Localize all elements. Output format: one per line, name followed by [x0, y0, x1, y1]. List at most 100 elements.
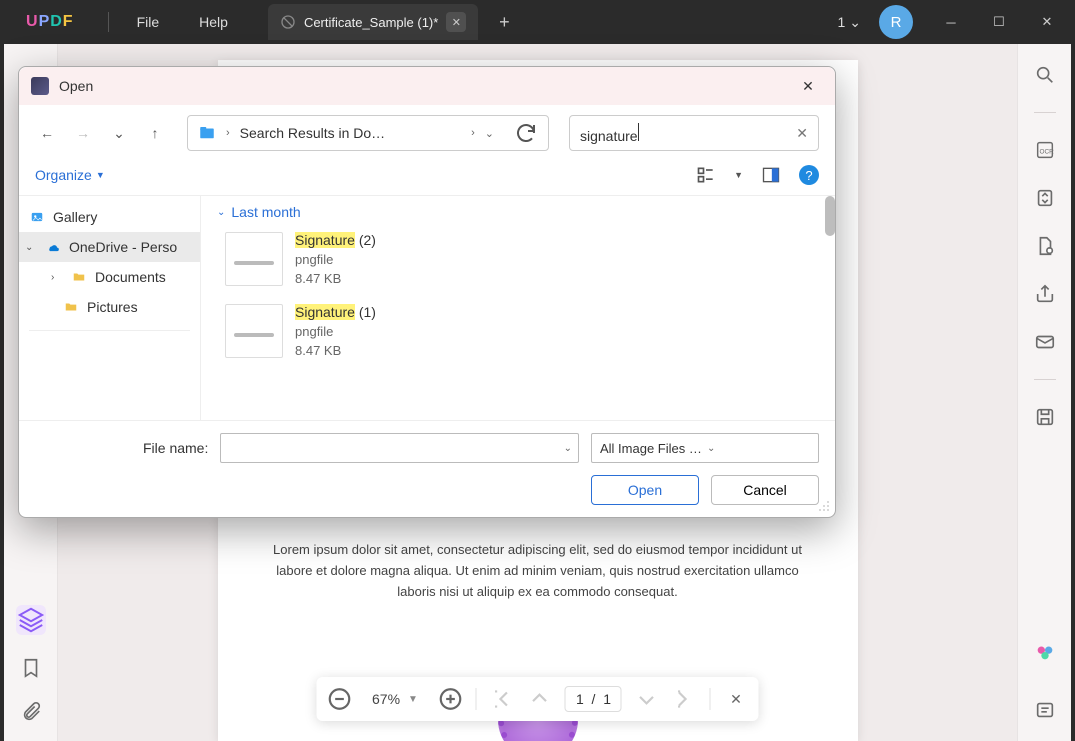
- file-type-filter[interactable]: All Image Files (*.jpg;*.jpeg;*.jpe ⌄: [591, 433, 819, 463]
- svg-text:OCR: OCR: [1039, 149, 1054, 156]
- file-size: 8.47 KB: [295, 271, 376, 286]
- scrollbar-thumb[interactable]: [825, 196, 835, 236]
- chevron-down-icon: ▼: [96, 170, 105, 180]
- bookmark-icon[interactable]: [20, 657, 42, 679]
- folder-icon: [63, 300, 79, 314]
- search-icon[interactable]: [1034, 64, 1056, 86]
- ai-assistant-icon[interactable]: [1034, 641, 1056, 663]
- dialog-nav: ← → ⌄ ↑ › Search Results in Do… › ⌄ sign…: [19, 105, 835, 161]
- nav-back-button[interactable]: ←: [35, 121, 59, 145]
- nav-recent-button[interactable]: ⌄: [107, 121, 131, 145]
- dialog-toolbar: Organize ▼ ▼ ?: [19, 161, 835, 195]
- page-number-display[interactable]: 1 / 1: [565, 686, 622, 712]
- file-type: pngfile: [295, 324, 376, 339]
- document-tab[interactable]: Certificate_Sample (1)* ✕: [268, 4, 478, 40]
- first-page-button[interactable]: [489, 686, 515, 712]
- file-thumbnail: [225, 232, 283, 286]
- close-toolbar-button[interactable]: ✕: [723, 686, 749, 712]
- file-item[interactable]: Signature (2) pngfile 8.47 KB: [217, 228, 819, 300]
- window-maximize-button[interactable]: ☐: [979, 4, 1019, 40]
- address-bar[interactable]: › Search Results in Do… › ⌄: [187, 115, 549, 151]
- page-toolbar: 67% ▼ 1 / 1 ✕: [316, 677, 759, 721]
- cancel-button[interactable]: Cancel: [711, 475, 819, 505]
- file-list[interactable]: ⌄ Last month Signature (2) pngfile 8.47 …: [201, 196, 835, 420]
- right-rail: OCR: [1017, 44, 1071, 741]
- chevron-down-icon: ⌄: [25, 242, 37, 253]
- view-mode-button[interactable]: [696, 165, 716, 185]
- address-path: Search Results in Do…: [240, 125, 461, 141]
- dialog-title: Open: [59, 78, 93, 94]
- search-clear-button[interactable]: ✕: [796, 125, 808, 142]
- organize-menu[interactable]: Organize ▼: [35, 167, 105, 183]
- app-body: h Lorem ipsum dolor sit amet, consectetu…: [4, 44, 1071, 741]
- ocr-icon[interactable]: OCR: [1034, 139, 1056, 161]
- file-item[interactable]: Signature (1) pngfile 8.47 KB: [217, 300, 819, 372]
- search-box[interactable]: signature ✕: [569, 115, 819, 151]
- file-thumbnail: [225, 304, 283, 358]
- separator: [476, 688, 477, 710]
- dialog-titlebar: Open ✕: [19, 67, 835, 105]
- layers-icon[interactable]: [16, 605, 46, 635]
- folder-icon: [71, 270, 87, 284]
- zoom-level[interactable]: 67% ▼: [364, 691, 426, 707]
- window-minimize-button[interactable]: ─: [931, 4, 971, 40]
- protect-icon[interactable]: [1034, 235, 1056, 257]
- user-count[interactable]: 1 ⌄: [837, 14, 861, 31]
- gallery-icon: [29, 210, 45, 224]
- save-icon[interactable]: [1034, 406, 1056, 428]
- nav-up-button[interactable]: ↑: [143, 121, 167, 145]
- sidebar-item-documents[interactable]: › Documents: [19, 262, 200, 292]
- history-icon[interactable]: [1034, 699, 1056, 721]
- dialog-app-icon: [31, 77, 49, 95]
- dialog-body: Gallery ⌄ OneDrive - Perso › Documents P…: [19, 195, 835, 420]
- chevron-down-icon: ⌄: [217, 207, 225, 218]
- sidebar: Gallery ⌄ OneDrive - Perso › Documents P…: [19, 196, 201, 420]
- separator: [108, 12, 109, 32]
- email-icon[interactable]: [1034, 331, 1056, 353]
- preview-pane-button[interactable]: [761, 165, 781, 185]
- group-header[interactable]: ⌄ Last month: [217, 200, 819, 228]
- tab-close-button[interactable]: ✕: [446, 12, 466, 32]
- attachment-icon[interactable]: [20, 701, 42, 723]
- file-size: 8.47 KB: [295, 343, 376, 358]
- dialog-bottom: File name: ⌄ All Image Files (*.jpg;*.jp…: [19, 420, 835, 517]
- certificate-body-text: Lorem ipsum dolor sit amet, consectetur …: [258, 540, 818, 602]
- chevron-right-icon: ›: [51, 272, 63, 283]
- sidebar-item-onedrive[interactable]: ⌄ OneDrive - Perso: [19, 232, 200, 262]
- search-input[interactable]: signature: [580, 123, 796, 144]
- nav-forward-button[interactable]: →: [71, 121, 95, 145]
- resize-grip[interactable]: [817, 499, 831, 513]
- zoom-in-button[interactable]: [438, 686, 464, 712]
- tab-title: Certificate_Sample (1)*: [304, 15, 438, 30]
- sidebar-item-pictures[interactable]: Pictures: [19, 292, 200, 322]
- filename-input[interactable]: ⌄: [220, 433, 579, 463]
- sidebar-item-gallery[interactable]: Gallery: [19, 202, 200, 232]
- folder-icon: [198, 124, 216, 142]
- app-logo: UPDF: [26, 13, 74, 31]
- file-name: Signature (1): [295, 304, 376, 320]
- zoom-out-button[interactable]: [326, 686, 352, 712]
- dialog-close-button[interactable]: ✕: [793, 71, 823, 101]
- menu-help[interactable]: Help: [179, 14, 248, 30]
- refresh-button[interactable]: [514, 121, 538, 145]
- open-button[interactable]: Open: [591, 475, 699, 505]
- convert-icon[interactable]: [1034, 187, 1056, 209]
- menu-file[interactable]: File: [117, 14, 180, 30]
- window-close-button[interactable]: ✕: [1027, 4, 1067, 40]
- tab-document-icon: [280, 14, 296, 30]
- user-avatar[interactable]: R: [879, 5, 913, 39]
- new-tab-button[interactable]: +: [490, 8, 518, 36]
- chevron-down-icon[interactable]: ▼: [734, 170, 743, 180]
- separator: [710, 688, 711, 710]
- chevron-right-icon: ›: [471, 127, 475, 139]
- last-page-button[interactable]: [672, 686, 698, 712]
- separator: [1034, 379, 1056, 380]
- chevron-down-icon: ⌄: [707, 443, 810, 454]
- next-page-button[interactable]: [634, 686, 660, 712]
- help-button[interactable]: ?: [799, 165, 819, 185]
- file-type: pngfile: [295, 252, 376, 267]
- address-dropdown-button[interactable]: ⌄: [485, 127, 494, 140]
- chevron-down-icon: ⌄: [849, 14, 861, 31]
- share-icon[interactable]: [1034, 283, 1056, 305]
- prev-page-button[interactable]: [527, 686, 553, 712]
